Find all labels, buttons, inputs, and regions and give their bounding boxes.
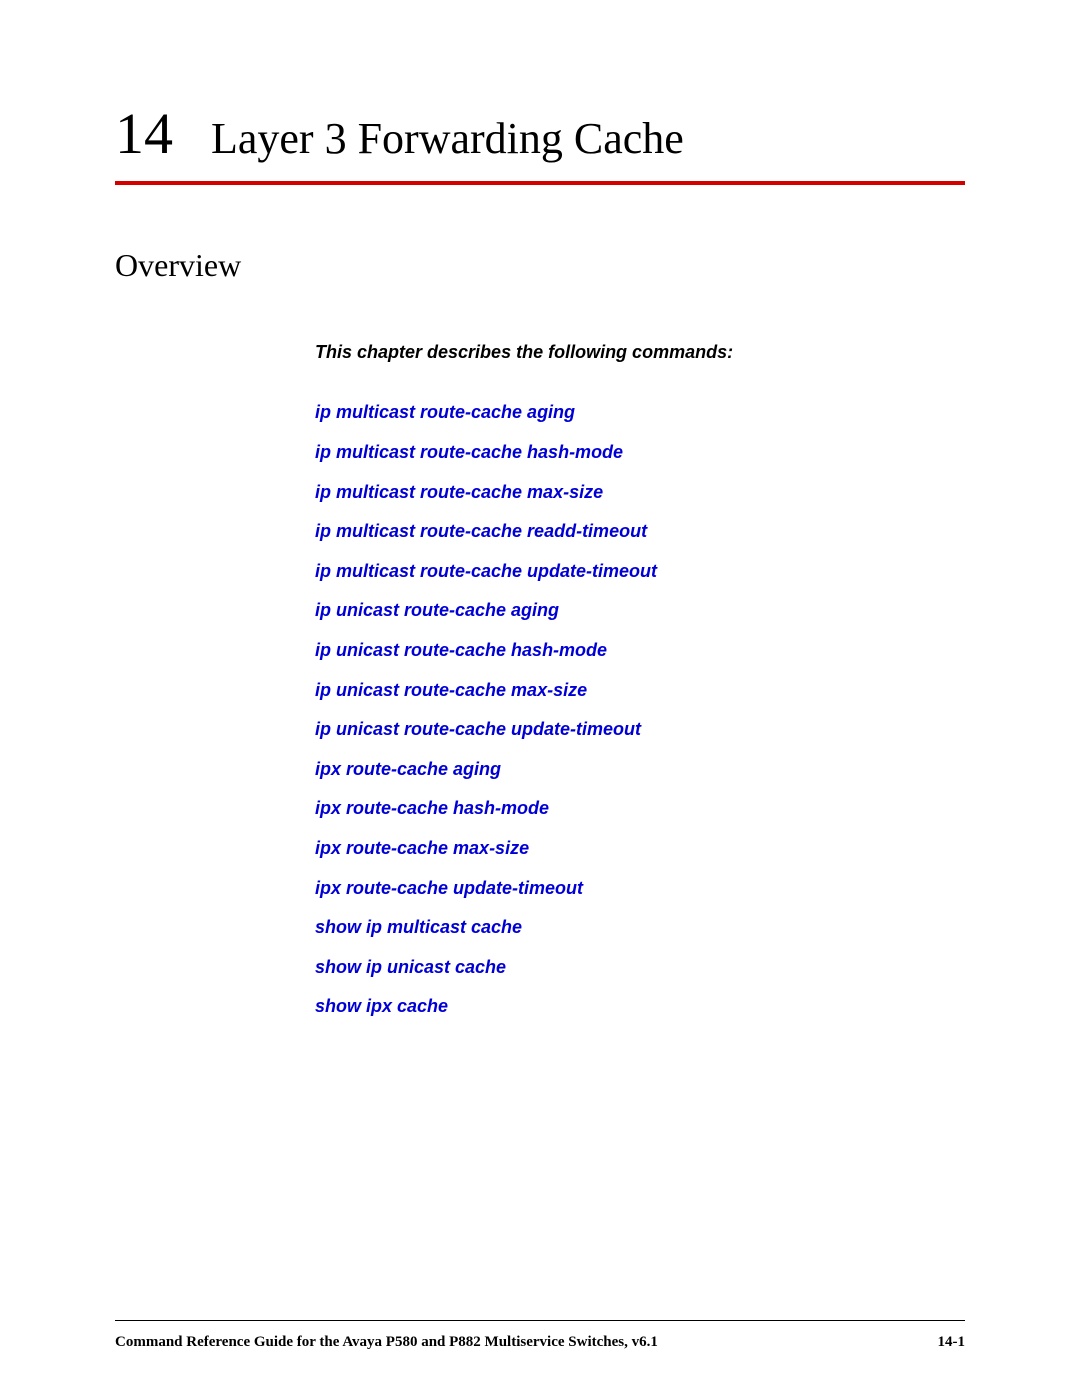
chapter-header: 14 Layer 3 Forwarding Cache — [115, 105, 965, 163]
command-link[interactable]: ip multicast route-cache hash-mode — [315, 433, 965, 473]
command-link[interactable]: ipx route-cache update-timeout — [315, 869, 965, 909]
command-link[interactable]: ipx route-cache max-size — [315, 829, 965, 869]
command-link[interactable]: ip multicast route-cache max-size — [315, 473, 965, 513]
command-link[interactable]: ip multicast route-cache readd-timeout — [315, 512, 965, 552]
command-link[interactable]: ip multicast route-cache update-timeout — [315, 552, 965, 592]
page-footer: Command Reference Guide for the Avaya P5… — [115, 1334, 965, 1351]
command-link[interactable]: ip unicast route-cache aging — [315, 591, 965, 631]
command-link[interactable]: show ip multicast cache — [315, 908, 965, 948]
intro-text: This chapter describes the following com… — [315, 342, 965, 363]
chapter-number: 14 — [115, 105, 173, 163]
chapter-title: Layer 3 Forwarding Cache — [211, 115, 684, 163]
page-container: 14 Layer 3 Forwarding Cache Overview Thi… — [0, 0, 1080, 1027]
footer-page-number: 14-1 — [938, 1334, 966, 1351]
command-link[interactable]: ip multicast route-cache aging — [315, 393, 965, 433]
footer-divider — [115, 1320, 965, 1321]
command-link[interactable]: ipx route-cache aging — [315, 750, 965, 790]
command-link[interactable]: ip unicast route-cache hash-mode — [315, 631, 965, 671]
command-link[interactable]: ip unicast route-cache update-timeout — [315, 710, 965, 750]
section-title: Overview — [115, 247, 965, 284]
footer-doc-title: Command Reference Guide for the Avaya P5… — [115, 1334, 658, 1351]
command-link[interactable]: ip unicast route-cache max-size — [315, 671, 965, 711]
chapter-divider — [115, 181, 965, 185]
command-link[interactable]: show ipx cache — [315, 987, 965, 1027]
command-link[interactable]: show ip unicast cache — [315, 948, 965, 988]
command-link[interactable]: ipx route-cache hash-mode — [315, 789, 965, 829]
command-list: ip multicast route-cache aging ip multic… — [315, 393, 965, 1027]
